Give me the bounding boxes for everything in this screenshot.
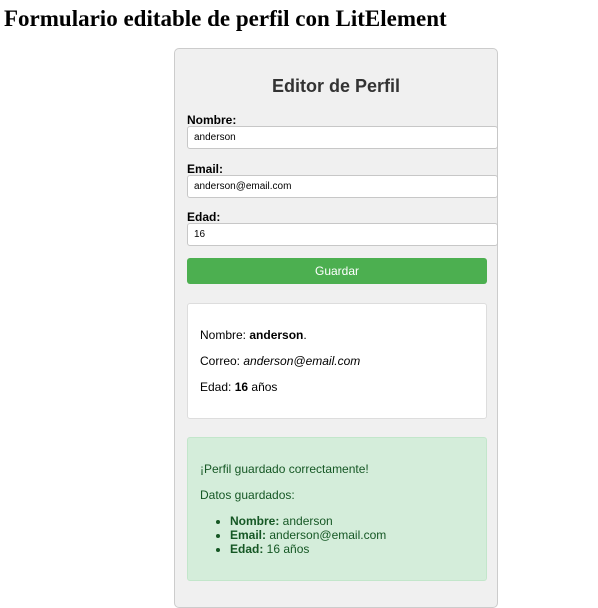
summary-age-value: 16 bbox=[234, 380, 249, 394]
success-message: ¡Perfil guardado correctamente! bbox=[200, 462, 369, 476]
summary-name-suffix: . bbox=[303, 328, 307, 342]
saved-item-name: Nombre: anderson bbox=[230, 514, 386, 528]
page-title: Formulario editable de perfil con LitEle… bbox=[4, 6, 447, 31]
saved-item-age-label: Edad: bbox=[230, 542, 264, 556]
saved-item-email-label: Email: bbox=[230, 528, 267, 542]
name-input[interactable] bbox=[187, 126, 498, 149]
summary-name-prefix: Nombre: bbox=[200, 328, 250, 342]
saved-item-name-value: anderson bbox=[279, 514, 333, 528]
saved-data-list: Nombre: anderson Email: anderson@email.c… bbox=[200, 514, 386, 556]
saved-item-email-value: anderson@email.com bbox=[266, 528, 387, 542]
summary-name: Nombre: anderson. bbox=[200, 328, 307, 342]
success-message-box: ¡Perfil guardado correctamente! Datos gu… bbox=[187, 437, 487, 581]
saved-item-age-value: 16 años bbox=[263, 542, 310, 556]
saved-item-email: Email: anderson@email.com bbox=[230, 528, 386, 542]
summary-age-prefix: Edad: bbox=[200, 380, 235, 394]
summary-email-value: anderson@email.com bbox=[243, 354, 361, 368]
summary-name-value: anderson bbox=[249, 328, 304, 342]
age-label: Edad: bbox=[187, 210, 221, 224]
saved-item-age: Edad: 16 años bbox=[230, 542, 386, 556]
summary-age-suffix: años bbox=[248, 380, 278, 394]
summary-email-prefix: Correo: bbox=[200, 354, 244, 368]
saved-data-subtitle: Datos guardados: bbox=[200, 488, 295, 502]
age-input[interactable] bbox=[187, 223, 498, 246]
profile-summary: Nombre: anderson. Correo: anderson@email… bbox=[187, 303, 487, 419]
email-label: Email: bbox=[187, 162, 224, 176]
summary-email: Correo: anderson@email.com bbox=[200, 354, 360, 368]
name-label: Nombre: bbox=[187, 113, 237, 127]
save-button[interactable]: Guardar bbox=[187, 258, 487, 284]
email-input[interactable] bbox=[187, 175, 498, 198]
summary-age: Edad: 16 años bbox=[200, 380, 277, 394]
profile-editor-card: Editor de Perfil Nombre: Email: Edad: Gu… bbox=[174, 48, 498, 608]
card-title: Editor de Perfil bbox=[271, 76, 401, 96]
saved-item-name-label: Nombre: bbox=[230, 514, 280, 528]
